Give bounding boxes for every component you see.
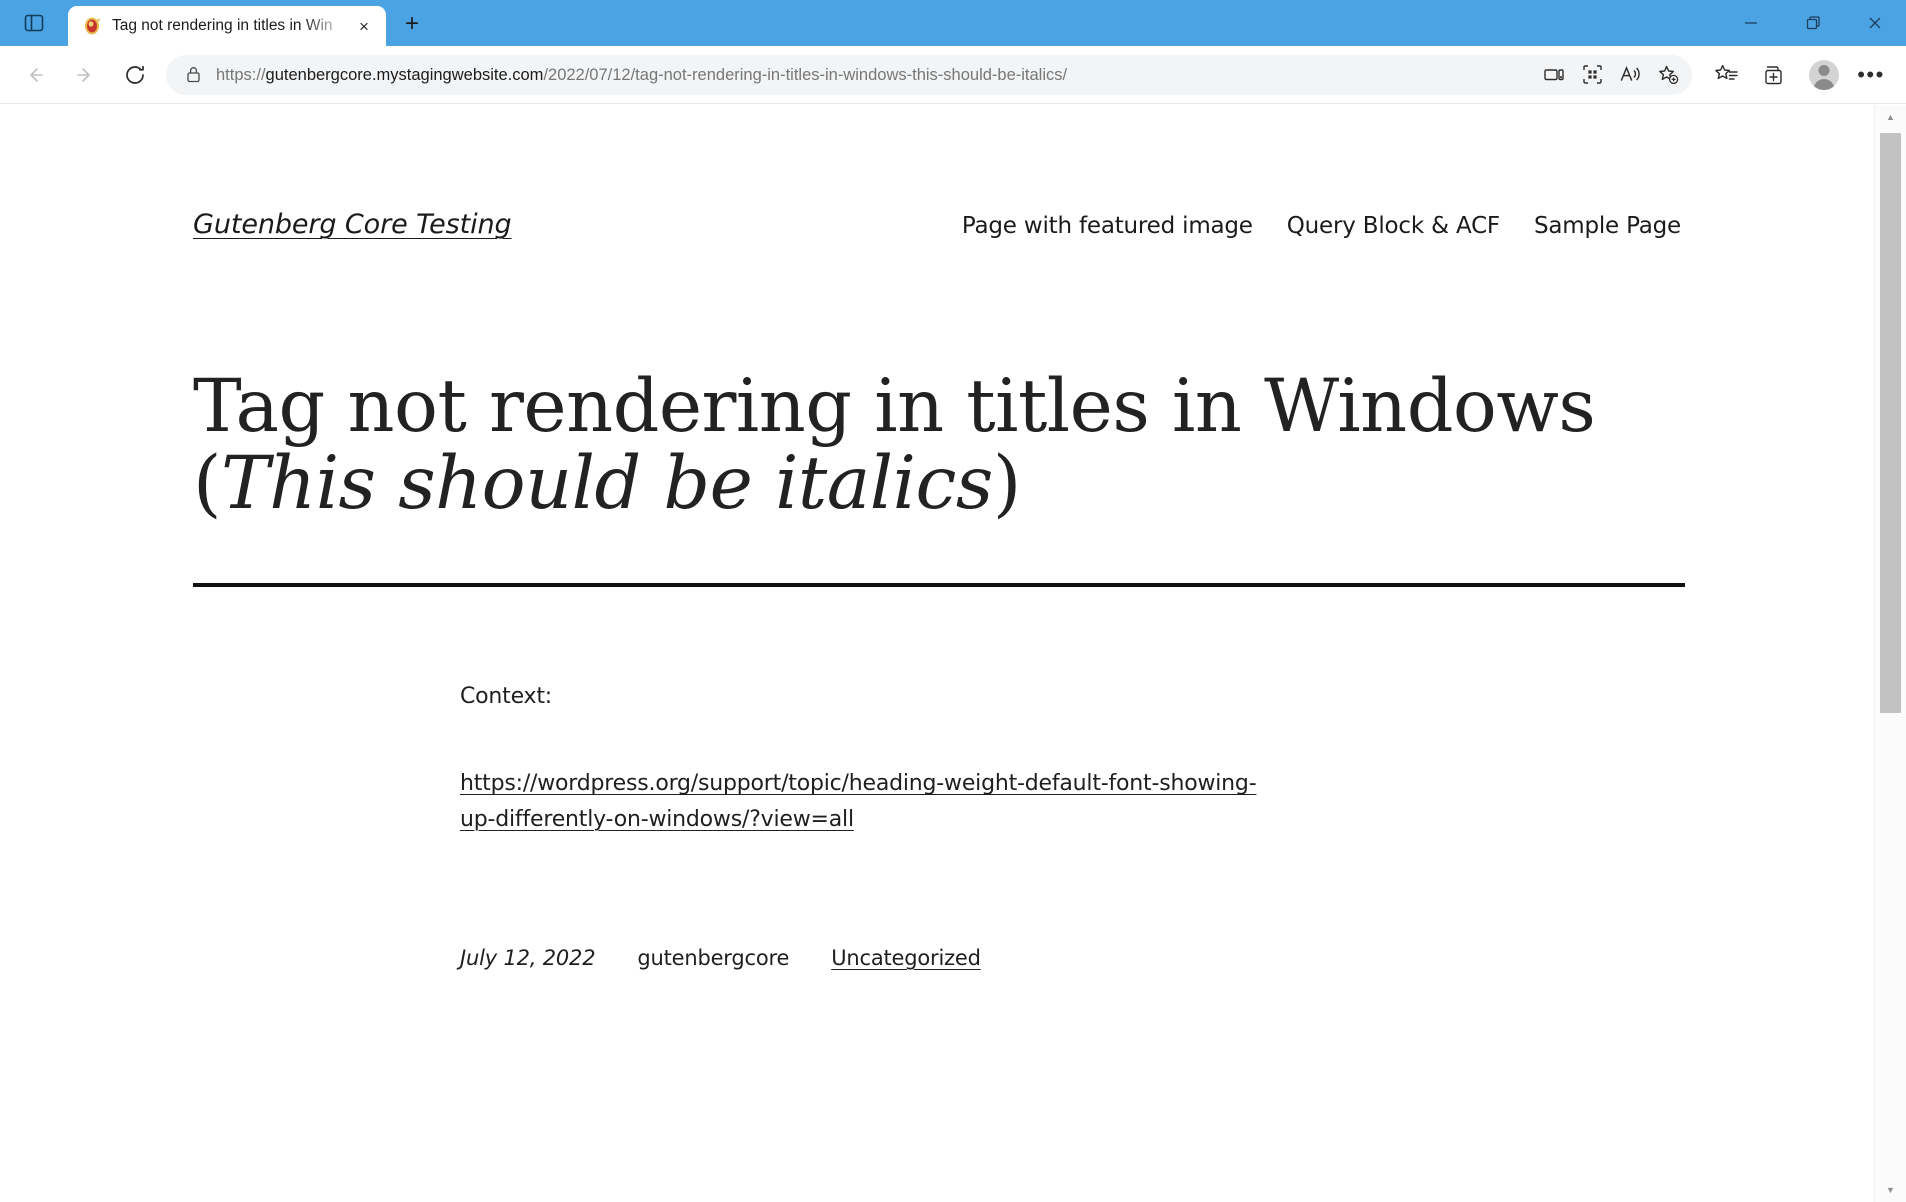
url-path: /2022/07/12/tag-not-rendering-in-titles-… [543,65,1068,84]
post-category-link[interactable]: Uncategorized [831,946,981,970]
url-host: gutenbergcore.mystagingwebsite.com [265,65,544,84]
entry-header: Tag not rendering in titles in Windows (… [0,368,1874,523]
maximize-button[interactable] [1782,0,1844,46]
title-bar: Tag not rendering in titles in Win × + [0,0,1906,46]
qr-code-icon[interactable] [1574,59,1610,91]
primary-navigation: Page with featured image Query Block & A… [962,213,1681,239]
cast-to-device-icon[interactable] [1536,59,1572,91]
scrollbar-thumb[interactable] [1880,133,1901,713]
post-date: July 12, 2022 [460,945,596,970]
entry-content: Context: https://wordpress.org/support/t… [0,679,1874,838]
profile-avatar-icon [1809,59,1839,90]
nav-link-page-with-featured-image[interactable]: Page with featured image [962,213,1253,239]
site-information-lock-icon[interactable] [182,65,204,84]
tab-title: Tag not rendering in titles in Win [112,17,333,34]
wordpress-gutenberg-favicon-icon [82,16,102,36]
address-bar-url[interactable]: https://gutenbergcore.mystagingwebsite.c… [216,65,1534,85]
page-title-tail: ) [992,441,1021,527]
context-label: Context: [460,683,552,709]
page-viewport: Gutenberg Core Testing Page with feature… [0,105,1906,1202]
browser-toolbar: https://gutenbergcore.mystagingwebsite.c… [0,46,1906,104]
browser-tab[interactable]: Tag not rendering in titles in Win × [68,6,386,46]
collections-button[interactable] [1754,55,1794,95]
tab-search-icon[interactable] [23,12,45,34]
new-tab-button[interactable]: + [392,4,432,44]
page-title: Tag not rendering in titles in Windows (… [193,368,1681,523]
tab-actions-button[interactable] [0,0,68,46]
forward-button[interactable] [64,54,106,96]
nav-link-sample-page[interactable]: Sample Page [1534,213,1681,239]
title-divider [193,582,1685,587]
site-title-link[interactable]: Gutenberg Core Testing [193,209,512,240]
context-reference-link[interactable]: https://wordpress.org/support/topic/head… [460,766,1260,837]
scroll-down-arrow-icon[interactable]: ▼ [1875,1178,1906,1202]
minimize-button[interactable] [1720,0,1782,46]
add-favorite-icon[interactable] [1650,59,1686,91]
settings-and-more-button[interactable]: ••• [1850,55,1892,95]
nav-link-query-block-and-acf[interactable]: Query Block & ACF [1287,213,1500,239]
browser-window: Tag not rendering in titles in Win × + h… [0,0,1906,1202]
window-controls [1720,0,1906,46]
close-window-button[interactable] [1844,0,1906,46]
profile-button[interactable] [1804,55,1844,95]
post-author: gutenbergcore [637,945,790,970]
read-aloud-icon[interactable] [1612,59,1648,91]
favorites-hub-button[interactable] [1706,55,1746,95]
web-page: Gutenberg Core Testing Page with feature… [0,105,1874,1202]
page-scrollbar[interactable]: ▲ ▼ [1874,105,1906,1202]
scroll-up-arrow-icon[interactable]: ▲ [1875,105,1906,129]
back-button[interactable] [14,54,56,96]
site-header: Gutenberg Core Testing Page with feature… [0,209,1874,240]
page-title-italic: This should be italics [220,441,993,527]
close-tab-icon[interactable]: × [350,12,378,40]
address-bar[interactable]: https://gutenbergcore.mystagingwebsite.c… [166,54,1692,95]
url-scheme: https:// [216,65,266,84]
entry-footer: July 12, 2022 gutenbergcore Uncategorize… [0,946,1874,970]
reload-button[interactable] [114,54,156,96]
